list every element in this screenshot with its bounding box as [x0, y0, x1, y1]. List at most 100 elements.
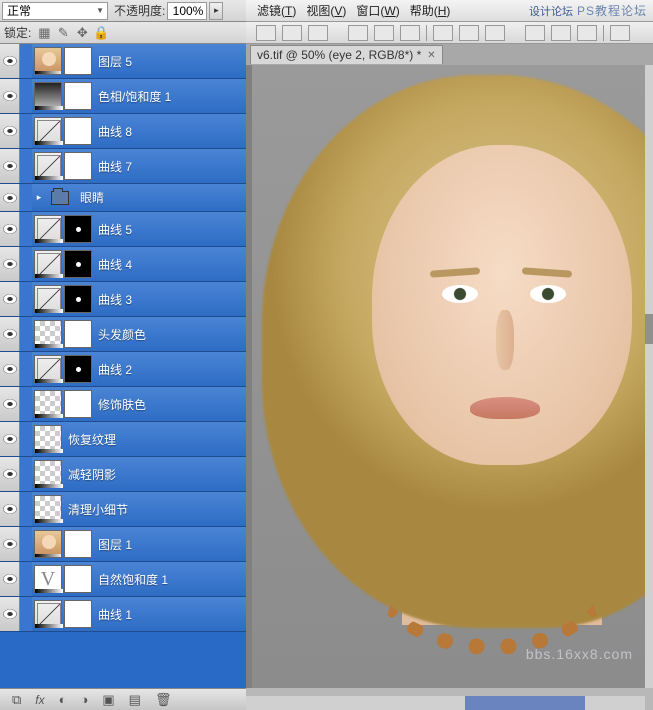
layer-thumbnail[interactable] — [34, 320, 62, 348]
layer-name-label[interactable]: 曲线 8 — [92, 123, 132, 140]
layer-mask-thumbnail[interactable] — [64, 117, 92, 145]
layer-thumbnail[interactable]: V — [34, 565, 62, 593]
lock-transparency-icon[interactable]: ▦ — [37, 26, 51, 40]
layer-thumbnail[interactable] — [34, 285, 62, 313]
delete-layer-icon[interactable]: 🗑 — [155, 692, 172, 708]
visibility-toggle[interactable] — [0, 422, 20, 456]
layer-thumbnail[interactable] — [34, 495, 62, 523]
layer-mask-thumbnail[interactable] — [64, 320, 92, 348]
layer-row[interactable]: 色相/饱和度 1 — [0, 79, 246, 114]
layer-row[interactable]: 清理小细节 — [0, 492, 246, 527]
layer-name-label[interactable]: 眼睛 — [74, 189, 104, 206]
visibility-toggle[interactable] — [0, 317, 20, 351]
layer-row[interactable]: 头发颜色 — [0, 317, 246, 352]
layer-mask-thumbnail[interactable] — [64, 355, 92, 383]
layer-thumbnail[interactable] — [34, 600, 62, 628]
layer-thumbnail[interactable] — [34, 215, 62, 243]
align-left-icon[interactable] — [348, 25, 368, 41]
layer-mask-thumbnail[interactable] — [64, 390, 92, 418]
layer-mask-thumbnail[interactable] — [64, 152, 92, 180]
layer-thumbnail[interactable] — [34, 355, 62, 383]
layer-name-label[interactable]: 减轻阴影 — [62, 466, 116, 483]
distribute-left-icon[interactable] — [525, 25, 545, 41]
layer-fx-icon[interactable]: fx — [35, 692, 44, 707]
menu-help[interactable]: 帮助(H) — [407, 2, 454, 19]
menu-view[interactable]: 视图(V) — [303, 2, 349, 19]
menu-forum-link[interactable]: 设计论坛 — [529, 3, 573, 19]
layer-row[interactable]: 曲线 8 — [0, 114, 246, 149]
visibility-toggle[interactable] — [0, 114, 20, 148]
layer-row[interactable]: 曲线 1 — [0, 597, 246, 632]
lock-position-icon[interactable]: ✥ — [75, 26, 89, 40]
layer-row[interactable]: 曲线 3 — [0, 282, 246, 317]
layer-name-label[interactable]: 曲线 4 — [92, 256, 132, 273]
new-group-icon[interactable]: ▣ — [102, 692, 114, 708]
layers-panel[interactable]: 图层 5 色相/饱和度 1 曲线 8 曲线 7 ▸ 眼睛曲线 5 曲线 4 曲线 3 头发颜色曲… — [0, 44, 246, 688]
layer-thumbnail[interactable] — [34, 250, 62, 278]
lock-pixels-icon[interactable]: ✎ — [56, 26, 70, 40]
menu-window[interactable]: 窗口(W) — [353, 2, 402, 19]
expand-icon[interactable]: ▸ — [34, 192, 44, 203]
visibility-toggle[interactable] — [0, 44, 20, 78]
layer-thumbnail[interactable] — [34, 82, 62, 110]
distribute-bottom-icon[interactable] — [485, 25, 505, 41]
layer-row[interactable]: 曲线 2 — [0, 352, 246, 387]
visibility-toggle[interactable] — [0, 184, 20, 211]
align-top-icon[interactable] — [256, 25, 276, 41]
layer-row[interactable]: 图层 1 — [0, 527, 246, 562]
layer-mask-thumbnail[interactable] — [64, 530, 92, 558]
distribute-vcenter-icon[interactable] — [459, 25, 479, 41]
layer-name-label[interactable]: 曲线 2 — [92, 361, 132, 378]
align-bottom-icon[interactable] — [308, 25, 328, 41]
layer-thumbnail[interactable] — [34, 152, 62, 180]
close-tab-icon[interactable]: ✕ — [427, 50, 435, 61]
visibility-toggle[interactable] — [0, 282, 20, 316]
visibility-toggle[interactable] — [0, 492, 20, 526]
distribute-hcenter-icon[interactable] — [551, 25, 571, 41]
layer-mask-thumbnail[interactable] — [64, 82, 92, 110]
layer-name-label[interactable]: 色相/饱和度 1 — [92, 88, 171, 105]
layer-name-label[interactable]: 曲线 1 — [92, 606, 132, 623]
layer-thumbnail[interactable] — [34, 390, 62, 418]
layer-mask-thumbnail[interactable] — [64, 47, 92, 75]
layer-thumbnail[interactable] — [34, 530, 62, 558]
layer-thumbnail[interactable] — [34, 47, 62, 75]
document-canvas[interactable]: bbs.16xx8.com — [246, 65, 645, 688]
align-right-icon[interactable] — [400, 25, 420, 41]
layer-name-label[interactable]: 曲线 7 — [92, 158, 132, 175]
distribute-top-icon[interactable] — [433, 25, 453, 41]
auto-align-icon[interactable] — [610, 25, 630, 41]
layer-name-label[interactable]: 恢复纹理 — [62, 431, 116, 448]
layer-row[interactable]: 曲线 5 — [0, 212, 246, 247]
layer-thumbnail[interactable] — [34, 117, 62, 145]
visibility-toggle[interactable] — [0, 149, 20, 183]
layer-name-label[interactable]: 曲线 3 — [92, 291, 132, 308]
lock-all-icon[interactable]: 🔒 — [94, 26, 108, 40]
vertical-scrollbar[interactable] — [645, 65, 653, 688]
layer-name-label[interactable]: 清理小细节 — [62, 501, 128, 518]
visibility-toggle[interactable] — [0, 247, 20, 281]
opacity-flyout-button[interactable]: ▸ — [209, 2, 223, 20]
visibility-toggle[interactable] — [0, 212, 20, 246]
layer-row[interactable]: 图层 5 — [0, 44, 246, 79]
scroll-thumb[interactable] — [645, 314, 653, 344]
layer-mask-thumbnail[interactable] — [64, 565, 92, 593]
visibility-toggle[interactable] — [0, 79, 20, 113]
visibility-toggle[interactable] — [0, 387, 20, 421]
layer-mask-thumbnail[interactable] — [64, 600, 92, 628]
layer-row[interactable]: 曲线 7 — [0, 149, 246, 184]
menu-filter[interactable]: 滤镜(T) — [254, 2, 299, 19]
opacity-input[interactable]: 100% — [167, 2, 207, 20]
document-tab[interactable]: v6.tif @ 50% (eye 2, RGB/8*) * ✕ — [250, 45, 443, 64]
distribute-right-icon[interactable] — [577, 25, 597, 41]
layer-name-label[interactable]: 图层 5 — [92, 53, 132, 70]
layer-mask-thumbnail[interactable] — [64, 215, 92, 243]
layer-name-label[interactable]: 图层 1 — [92, 536, 132, 553]
layer-thumbnail[interactable] — [34, 425, 62, 453]
visibility-toggle[interactable] — [0, 562, 20, 596]
align-vcenter-icon[interactable] — [282, 25, 302, 41]
visibility-toggle[interactable] — [0, 457, 20, 491]
visibility-toggle[interactable] — [0, 352, 20, 386]
new-layer-icon[interactable]: ▤ — [129, 692, 141, 708]
blend-mode-select[interactable]: 正常 — [2, 2, 108, 20]
